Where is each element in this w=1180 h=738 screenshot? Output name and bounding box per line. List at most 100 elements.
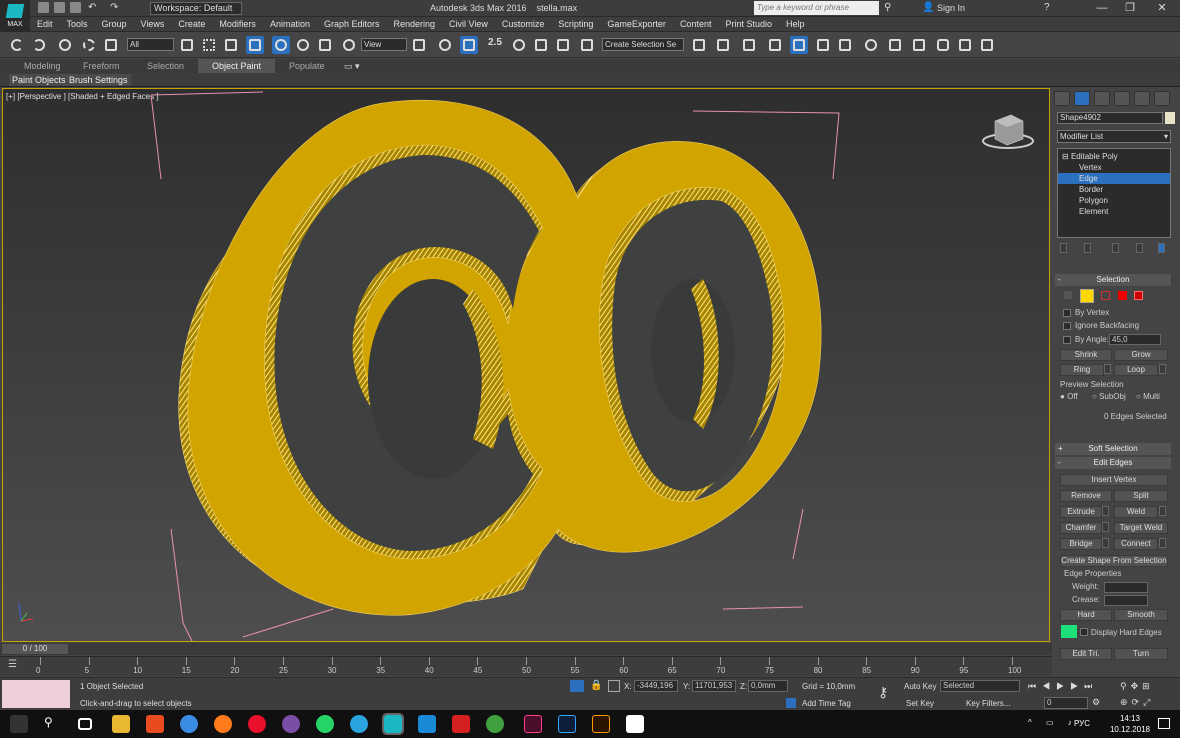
render-iterative-icon[interactable]	[956, 36, 974, 54]
window-crossing-icon[interactable]	[246, 36, 264, 54]
filezilla-icon[interactable]	[146, 715, 164, 733]
tab-modeling[interactable]: Modeling	[24, 59, 61, 73]
opera-icon[interactable]	[248, 715, 266, 733]
help-icon[interactable]: ?	[1044, 2, 1050, 13]
menu-print-studio[interactable]: Print Studio	[718, 17, 779, 32]
coreldraw-icon[interactable]	[486, 715, 504, 733]
chamfer-settings-icon[interactable]	[1102, 522, 1109, 532]
x-coordinate-field[interactable]: -3449,196	[634, 680, 678, 692]
border-mode-icon[interactable]	[1101, 291, 1110, 300]
smooth-button[interactable]: Smooth	[1114, 609, 1168, 621]
language-indicator[interactable]: РУС	[1074, 719, 1090, 728]
align-icon[interactable]	[714, 36, 732, 54]
stack-item-editable-poly[interactable]: ⊟ Editable Poly	[1058, 151, 1170, 162]
isolate-selection-icon[interactable]	[570, 680, 584, 692]
app-taskbar-icon[interactable]	[418, 715, 436, 733]
unlink-icon[interactable]	[80, 36, 98, 54]
time-configuration-icon[interactable]: ⚙	[1092, 697, 1100, 708]
whatsapp-icon[interactable]	[316, 715, 334, 733]
time-slider-thumb[interactable]: 0 / 100	[2, 644, 68, 654]
motion-tab-icon[interactable]	[1114, 91, 1130, 106]
hard-button[interactable]: Hard	[1060, 609, 1112, 621]
perspective-viewport[interactable]: [+] [Perspective ] [Shaded + Edged Faces…	[2, 88, 1050, 642]
system-clock[interactable]: 14:13 10.12.2018	[1110, 713, 1150, 735]
track-bar[interactable]: ☰ 0 5 10 15 20 25 30 35 40 45 50 55 60 65 70 75 80 85 90 95…	[0, 656, 1052, 676]
named-selection-set-dropdown[interactable]: Create Selection Se	[602, 38, 684, 51]
by-angle-checkbox[interactable]	[1063, 336, 1071, 344]
chrome-icon[interactable]	[180, 715, 198, 733]
menu-content[interactable]: Content	[673, 17, 719, 32]
search-input[interactable]: Type a keyword or phrase	[754, 1, 879, 15]
maxscript-listener[interactable]	[2, 680, 70, 708]
extrude-settings-icon[interactable]	[1102, 506, 1109, 516]
extrude-button[interactable]: Extrude	[1060, 506, 1102, 518]
by-vertex-checkbox[interactable]	[1063, 309, 1071, 317]
time-slider[interactable]: 0 / 100	[0, 643, 1052, 655]
layer-manager-icon[interactable]	[766, 36, 784, 54]
target-weld-button[interactable]: Target Weld	[1114, 522, 1168, 534]
menu-civil-view[interactable]: Civil View	[442, 17, 495, 32]
edge-mode-icon[interactable]	[1080, 289, 1094, 303]
loop-spinner[interactable]	[1159, 364, 1166, 374]
menu-rendering[interactable]: Rendering	[387, 17, 443, 32]
menu-create[interactable]: Create	[171, 17, 212, 32]
modifier-list-dropdown[interactable]: Modifier List ▾	[1057, 130, 1171, 143]
curve-editor-icon[interactable]	[814, 36, 832, 54]
rendered-frame-window-icon[interactable]	[910, 36, 928, 54]
z-coordinate-field[interactable]: 0,0mm	[748, 680, 788, 692]
modify-tab-icon[interactable]	[1074, 91, 1090, 106]
3ds-max-taskbar-icon[interactable]	[382, 713, 404, 735]
brush-settings-button[interactable]: Brush Settings	[66, 74, 131, 86]
sign-in-button[interactable]: Sign In	[937, 3, 965, 13]
undo-icon[interactable]	[8, 36, 26, 54]
crease-spinner[interactable]	[1104, 595, 1148, 606]
create-tab-icon[interactable]	[1054, 91, 1070, 106]
pin-stack-icon[interactable]	[1060, 243, 1067, 253]
viewport-navigation-icons-2[interactable]: ⊕⟳⤢	[1120, 697, 1154, 708]
menu-customize[interactable]: Customize	[495, 17, 552, 32]
bind-space-warp-icon[interactable]	[102, 36, 120, 54]
keyboard-shortcut-override-icon[interactable]	[460, 36, 478, 54]
render-activeshade-icon[interactable]	[978, 36, 996, 54]
link-icon[interactable]	[56, 36, 74, 54]
stack-item-polygon[interactable]: Polygon	[1058, 195, 1170, 206]
key-icon[interactable]: ⚷	[878, 684, 888, 701]
preview-off-radio[interactable]: ● Off	[1060, 392, 1078, 402]
connect-button[interactable]: Connect	[1114, 538, 1158, 550]
tab-selection[interactable]: Selection	[147, 59, 184, 73]
key-filters-button[interactable]: Key Filters...	[966, 699, 1010, 708]
workspace-dropdown[interactable]: Workspace: Default	[150, 2, 242, 15]
remove-modifier-icon[interactable]	[1136, 243, 1143, 253]
preview-subobj-radio[interactable]: ○ SubObj	[1092, 392, 1126, 402]
paint-objects-button[interactable]: Paint Objects	[9, 74, 69, 86]
ribbon-options-icon[interactable]: ▭ ▾	[344, 59, 360, 73]
reference-coordinate-dropdown[interactable]: View	[361, 38, 407, 51]
menu-help[interactable]: Help	[779, 17, 812, 32]
redo-icon[interactable]	[30, 36, 48, 54]
add-time-tag-button[interactable]: Add Time Tag	[802, 699, 851, 708]
open-file-icon[interactable]	[54, 2, 65, 13]
bridge-button[interactable]: Bridge	[1060, 538, 1102, 550]
snap-toggle[interactable]: 2.5	[488, 37, 502, 48]
viewcube-icon[interactable]	[981, 111, 1035, 151]
insert-vertex-button[interactable]: Insert Vertex	[1060, 474, 1168, 486]
time-tag-icon[interactable]	[786, 698, 796, 708]
menu-edit[interactable]: Edit	[30, 17, 60, 32]
stack-item-vertex[interactable]: Vertex	[1058, 162, 1170, 173]
redo-icon[interactable]: ↷	[110, 2, 121, 13]
task-view-icon[interactable]	[78, 718, 92, 730]
select-by-name-icon[interactable]	[200, 36, 218, 54]
selection-rollout-header[interactable]: - Selection	[1055, 274, 1171, 286]
menu-modifiers[interactable]: Modifiers	[212, 17, 263, 32]
mirror-icon[interactable]	[690, 36, 708, 54]
tab-object-paint[interactable]: Object Paint	[198, 59, 276, 73]
lock-icon[interactable]: 🔒	[590, 680, 602, 691]
weld-settings-icon[interactable]	[1159, 506, 1166, 516]
hard-edge-color-swatch[interactable]	[1061, 625, 1077, 638]
split-button[interactable]: Split	[1114, 490, 1168, 502]
shrink-button[interactable]: Shrink	[1060, 349, 1112, 361]
edit-named-selection-icon[interactable]	[578, 36, 596, 54]
auto-key-button[interactable]: Auto Key	[904, 682, 936, 691]
bridge-settings-icon[interactable]	[1102, 538, 1109, 548]
object-color-swatch[interactable]	[1165, 112, 1175, 124]
